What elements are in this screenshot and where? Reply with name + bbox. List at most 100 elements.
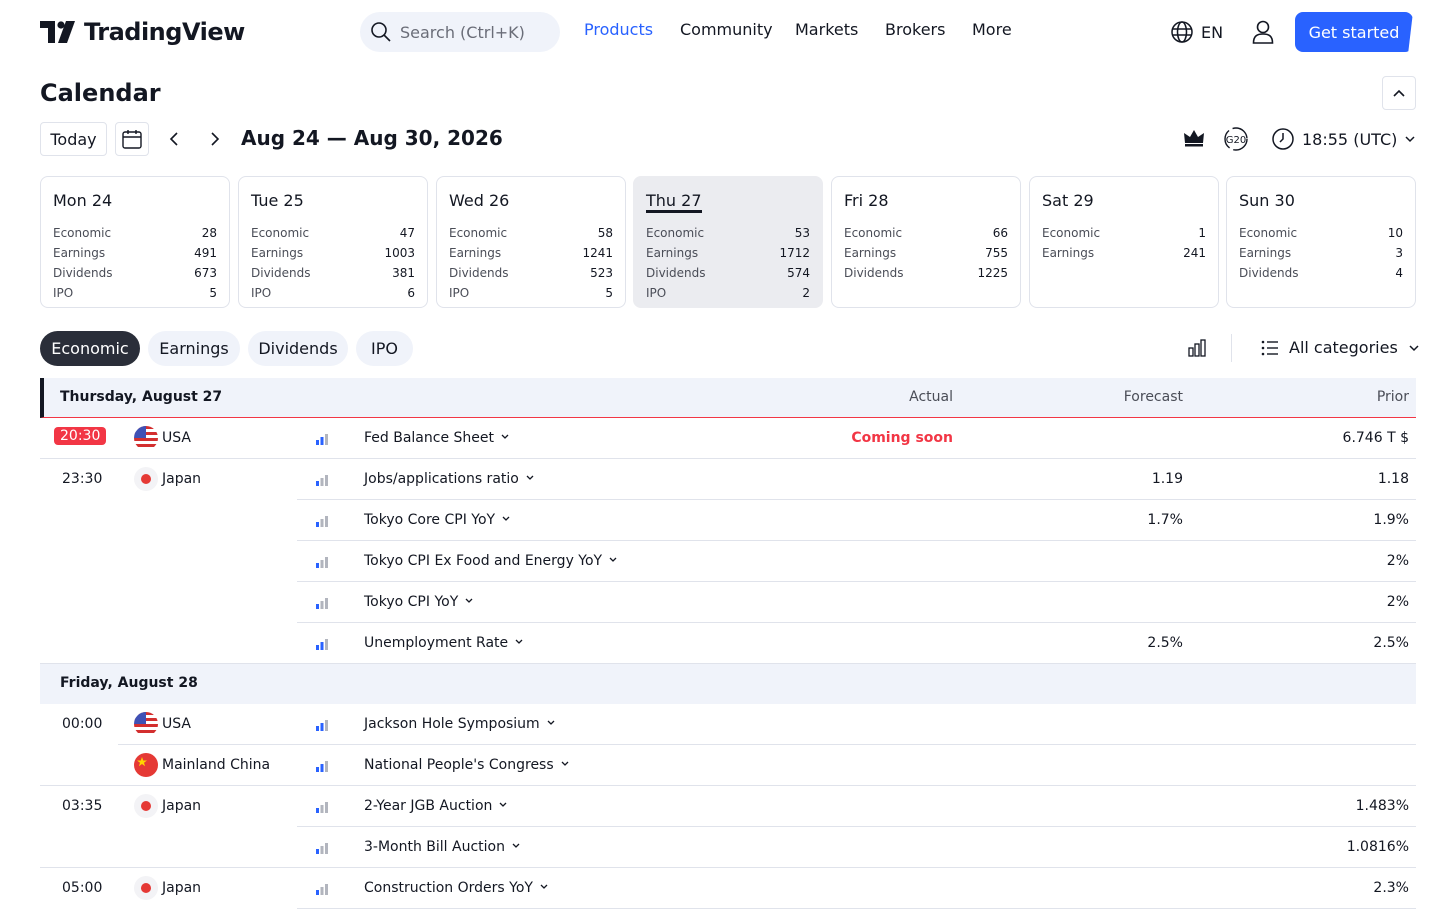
column-header-forecast: Forecast [1123,389,1183,405]
nav-more[interactable]: More [972,20,1012,39]
tab-ipo[interactable]: IPO [356,331,413,366]
tv-logo-icon [40,21,75,43]
table-row[interactable]: Unemployment Rate 2.5% 2.5% [40,623,1416,664]
date-picker-button[interactable] [115,122,149,156]
nav-community[interactable]: Community [680,20,773,39]
top-header: TradingView Search (Ctrl+K) Products Com… [0,0,1456,64]
count-label: Economic [449,226,508,240]
collapse-button[interactable] [1382,76,1416,110]
event-time: 05:00 [62,880,103,896]
table-row[interactable]: 05:00 Japan Construction Orders YoY 2.3% [40,868,1416,909]
row-divider [297,908,1416,909]
table-row[interactable]: Tokyo CPI Ex Food and Energy YoY 2% [40,541,1416,582]
day-card[interactable]: Mon 24 Economic 28 Earnings 491 Dividends 673 I… [40,176,230,308]
language-label: EN [1201,22,1224,42]
usa-flag-icon [134,426,158,450]
event-name[interactable]: 3-Month Bill Auction [364,839,521,855]
day-card[interactable]: Tue 25 Economic 47 Earnings 1003 Dividends 381… [238,176,428,308]
event-name[interactable]: Construction Orders YoY [364,880,549,896]
table-row[interactable]: 00:00 USA Jackson Hole Symposium [40,704,1416,745]
day-card-label: Tue 25 [251,191,304,210]
user-menu-button[interactable] [1252,20,1274,48]
category-filter-label: All categories [1289,338,1398,357]
day-card-count-row: Earnings 1003 [251,243,415,263]
get-started-button[interactable]: Get started [1295,12,1413,52]
table-row[interactable]: 20:30 USA Fed Balance Sheet Coming soon 6.74… [40,418,1416,459]
day-card-count-row: Earnings 241 [1042,243,1206,263]
event-name[interactable]: Tokyo Core CPI YoY [364,512,511,528]
date-range-title: Aug 24 — Aug 30, 2026 [241,126,503,150]
day-card-count-row: Economic 53 [646,223,810,243]
timezone-selector[interactable]: 18:55 (UTC) [1271,127,1416,151]
event-name[interactable]: 2-Year JGB Auction [364,798,508,814]
count-label: Earnings [646,246,699,260]
date-group-header: Friday, August 28 [40,664,1416,704]
today-button[interactable]: Today [40,122,107,156]
nav-markets[interactable]: Markets [795,20,858,39]
count-value: 381 [392,266,415,280]
importance-filter-button[interactable] [1186,338,1208,362]
event-name[interactable]: Tokyo CPI YoY [364,594,474,610]
table-row[interactable]: 3-Month Bill Auction 1.0816% [40,827,1416,868]
search-input[interactable]: Search (Ctrl+K) [360,12,560,52]
search-icon [371,22,391,42]
count-value: 58 [597,226,613,240]
event-name[interactable]: Jackson Hole Symposium [364,716,556,732]
nav-products[interactable]: Products [584,20,653,39]
day-card-label: Mon 24 [53,191,113,210]
date-group-title: Friday, August 28 [60,675,198,691]
chevron-left-icon [169,132,178,146]
importance-icon [316,433,328,449]
event-name[interactable]: Unemployment Rate [364,635,524,651]
event-name[interactable]: Tokyo CPI Ex Food and Energy YoY [364,553,618,569]
g20-filter-button[interactable]: G20 [1222,126,1250,156]
count-label: Economic [251,226,310,240]
day-card-count-row: Earnings 3 [1239,243,1403,263]
chevron-down-icon [500,430,510,446]
event-name[interactable]: National People's Congress [364,757,570,773]
next-week-button[interactable] [201,126,229,152]
count-label: Earnings [844,246,897,260]
language-selector[interactable]: EN [1170,20,1223,44]
day-card[interactable]: Sun 30 Economic 10 Earnings 3 Dividends 4 [1226,176,1416,308]
tab-dividends[interactable]: Dividends [248,331,348,366]
tab-economic[interactable]: Economic [40,331,140,366]
event-country: Japan [162,880,202,896]
table-row[interactable]: Tokyo CPI YoY 2% [40,582,1416,623]
japan-flag-icon [134,794,158,818]
premium-filter-button[interactable] [1182,127,1206,153]
table-row[interactable]: Tokyo Core CPI YoY 1.7% 1.9% [40,500,1416,541]
event-name-label: Tokyo CPI Ex Food and Energy YoY [364,553,603,569]
day-card[interactable]: Thu 27 Economic 53 Earnings 1712 Dividends 574… [633,176,823,308]
event-name[interactable]: Jobs/applications ratio [364,471,535,487]
event-prior: 2.3% [1373,880,1409,896]
table-row[interactable]: 23:30 Japan Jobs/applications ratio 1.19 1.1… [40,459,1416,500]
event-name[interactable]: Fed Balance Sheet [364,430,510,446]
day-card-count-row: Economic 28 [53,223,217,243]
toolbar-divider [1231,334,1232,362]
day-card[interactable]: Sat 29 Economic 1 Earnings 241 [1029,176,1219,308]
logo-text: TradingView [84,18,245,46]
event-prior: 1.483% [1355,798,1409,814]
day-card[interactable]: Wed 26 Economic 58 Earnings 1241 Dividends 523… [436,176,626,308]
day-card-count-row: IPO 2 [646,283,810,303]
list-icon [1261,340,1278,355]
date-group-title: Thursday, August 27 [60,389,223,405]
category-filter[interactable]: All categories [1261,338,1420,357]
importance-icon [316,842,328,858]
table-row[interactable]: Mainland China National People's Congress [40,745,1416,786]
day-card[interactable]: Fri 28 Economic 66 Earnings 755 Dividends 1225 [831,176,1021,308]
japan-flag-icon [134,876,158,900]
event-country: Japan [162,471,202,487]
event-name-label: Jobs/applications ratio [364,471,519,487]
previous-week-button[interactable] [160,126,188,152]
event-name-label: 3-Month Bill Auction [364,839,505,855]
importance-icon [316,515,328,531]
table-row[interactable]: 03:35 Japan 2-Year JGB Auction 1.483% [40,786,1416,827]
tradingview-logo[interactable]: TradingView [40,18,245,46]
chevron-down-icon [1405,136,1415,143]
chevron-down-icon [511,839,521,855]
count-value: 2 [802,286,810,300]
nav-brokers[interactable]: Brokers [885,20,945,39]
tab-earnings[interactable]: Earnings [148,331,240,366]
